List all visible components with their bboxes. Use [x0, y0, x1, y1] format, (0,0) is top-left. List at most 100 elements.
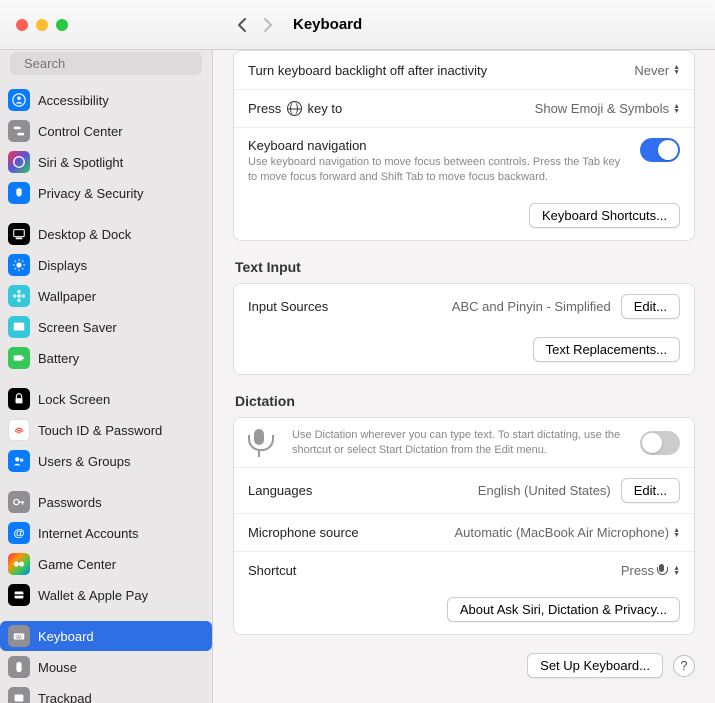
help-button[interactable]: ?: [673, 655, 695, 677]
search-input[interactable]: [24, 56, 200, 71]
sidebar-item-label: Accessibility: [38, 93, 109, 108]
sidebar-item-accessibility[interactable]: Accessibility: [0, 85, 212, 115]
sidebar-item-label: Wallpaper: [38, 289, 96, 304]
dock-icon: [8, 223, 30, 245]
wallet-icon: [8, 584, 30, 606]
microphone-icon: [248, 429, 270, 457]
content-area: Turn keyboard backlight off after inacti…: [213, 50, 715, 703]
microphone-source-label: Microphone source: [248, 525, 359, 540]
keyboard-icon: [8, 625, 30, 647]
sidebar-item-touch-id-password[interactable]: Touch ID & Password: [0, 415, 212, 445]
sidebar-item-label: Battery: [38, 351, 79, 366]
lock-icon: [8, 388, 30, 410]
languages-value: English (United States): [478, 483, 611, 498]
sidebar-item-label: Desktop & Dock: [38, 227, 131, 242]
sidebar-item-trackpad[interactable]: Trackpad: [0, 683, 212, 703]
sidebar-item-label: Passwords: [38, 495, 102, 510]
keyboard-nav-label: Keyboard navigation: [248, 138, 630, 153]
svg-text:@: @: [13, 528, 24, 540]
sun-icon: [8, 254, 30, 276]
sidebar-item-internet-accounts[interactable]: @ Internet Accounts: [0, 518, 212, 548]
back-button[interactable]: [229, 12, 255, 38]
sidebar-item-desktop-dock[interactable]: Desktop & Dock: [0, 219, 212, 249]
sidebar-item-game-center[interactable]: Game Center: [0, 549, 212, 579]
input-sources-label: Input Sources: [248, 299, 328, 314]
chevron-updown-icon: ▲▼: [673, 104, 680, 114]
flower-icon: [8, 285, 30, 307]
search-field[interactable]: [10, 52, 202, 75]
fingerprint-icon: [8, 419, 30, 441]
sidebar-item-label: Siri & Spotlight: [38, 155, 123, 170]
sidebar-item-label: Users & Groups: [38, 454, 130, 469]
close-window-icon[interactable]: [16, 19, 28, 31]
sidebar-item-wallpaper[interactable]: Wallpaper: [0, 281, 212, 311]
dictation-title: Dictation: [235, 393, 693, 409]
sidebar-item-label: Keyboard: [38, 629, 94, 644]
backlight-label: Turn keyboard backlight off after inacti…: [248, 63, 487, 78]
sidebar-item-label: Mouse: [38, 660, 77, 675]
text-input-title: Text Input: [235, 259, 693, 275]
press-key-value-select[interactable]: Show Emoji & Symbols ▲▼: [535, 101, 680, 116]
sidebar-item-control-center[interactable]: Control Center: [0, 116, 212, 146]
sidebar-item-displays[interactable]: Displays: [0, 250, 212, 280]
sidebar-item-lock-screen[interactable]: Lock Screen: [0, 384, 212, 414]
person-icon: [8, 89, 30, 111]
sidebar-item-label: Wallet & Apple Pay: [38, 588, 148, 603]
sidebar-item-users-groups[interactable]: Users & Groups: [0, 446, 212, 476]
sidebar-item-screen-saver[interactable]: Screen Saver: [0, 312, 212, 342]
globe-icon: [287, 101, 302, 116]
key-icon: [8, 491, 30, 513]
sidebar-item-siri-spotlight[interactable]: Siri & Spotlight: [0, 147, 212, 177]
fullscreen-window-icon[interactable]: [56, 19, 68, 31]
sidebar-item-label: Displays: [38, 258, 87, 273]
sidebar-item-mouse[interactable]: Mouse: [0, 652, 212, 682]
sidebar: Accessibility Control Center Siri & Spotli…: [0, 50, 213, 703]
text-replacements-button[interactable]: Text Replacements...: [533, 337, 680, 362]
traffic-lights: [16, 19, 68, 31]
sidebar-item-passwords[interactable]: Passwords: [0, 487, 212, 517]
sidebar-item-label: Control Center: [38, 124, 123, 139]
keyboard-nav-toggle[interactable]: [640, 138, 680, 162]
trackpad-icon: [8, 687, 30, 703]
sidebar-item-label: Game Center: [38, 557, 116, 572]
shortcut-label: Shortcut: [248, 563, 296, 578]
keyboard-shortcuts-button[interactable]: Keyboard Shortcuts...: [529, 203, 680, 228]
languages-label: Languages: [248, 483, 312, 498]
dictation-privacy-button[interactable]: About Ask Siri, Dictation & Privacy...: [447, 597, 680, 622]
dictation-desc: Use Dictation wherever you can type text…: [292, 428, 630, 458]
sidebar-item-label: Touch ID & Password: [38, 423, 162, 438]
sidebar-item-label: Privacy & Security: [38, 186, 143, 201]
hand-icon: [8, 182, 30, 204]
mouse-icon: [8, 656, 30, 678]
sidebar-item-label: Lock Screen: [38, 392, 110, 407]
setup-keyboard-button[interactable]: Set Up Keyboard...: [527, 653, 663, 678]
press-key-label: Press key to: [248, 101, 342, 116]
keyboard-nav-desc: Use keyboard navigation to move focus be…: [248, 155, 630, 185]
sidebar-item-battery[interactable]: Battery: [0, 343, 212, 373]
microphone-source-select[interactable]: Automatic (MacBook Air Microphone) ▲▼: [454, 525, 680, 540]
sidebar-item-keyboard[interactable]: Keyboard: [0, 621, 212, 651]
dictation-toggle[interactable]: [640, 431, 680, 455]
shortcut-select[interactable]: Press ▲▼: [621, 563, 680, 578]
backlight-value-select[interactable]: Never ▲▼: [634, 63, 680, 78]
titlebar: Keyboard: [0, 0, 715, 50]
switches-icon: [8, 120, 30, 142]
game-icon: [8, 553, 30, 575]
sidebar-item-privacy-security[interactable]: Privacy & Security: [0, 178, 212, 208]
siri-icon: [8, 151, 30, 173]
text-input-card: Input Sources ABC and Pinyin - Simplifie…: [233, 283, 695, 375]
input-sources-edit-button[interactable]: Edit...: [621, 294, 680, 319]
forward-button[interactable]: [255, 12, 281, 38]
dictation-card: Use Dictation wherever you can type text…: [233, 417, 695, 636]
sidebar-item-wallet-apple-pay[interactable]: Wallet & Apple Pay: [0, 580, 212, 610]
users-icon: [8, 450, 30, 472]
minimize-window-icon[interactable]: [36, 19, 48, 31]
page-title: Keyboard: [293, 16, 362, 33]
chevron-updown-icon: ▲▼: [673, 65, 680, 75]
microphone-icon: [657, 564, 666, 577]
sidebar-item-label: Screen Saver: [38, 320, 117, 335]
at-icon: @: [8, 522, 30, 544]
sidebar-item-label: Internet Accounts: [38, 526, 138, 541]
languages-edit-button[interactable]: Edit...: [621, 478, 680, 503]
chevron-updown-icon: ▲▼: [673, 566, 680, 576]
